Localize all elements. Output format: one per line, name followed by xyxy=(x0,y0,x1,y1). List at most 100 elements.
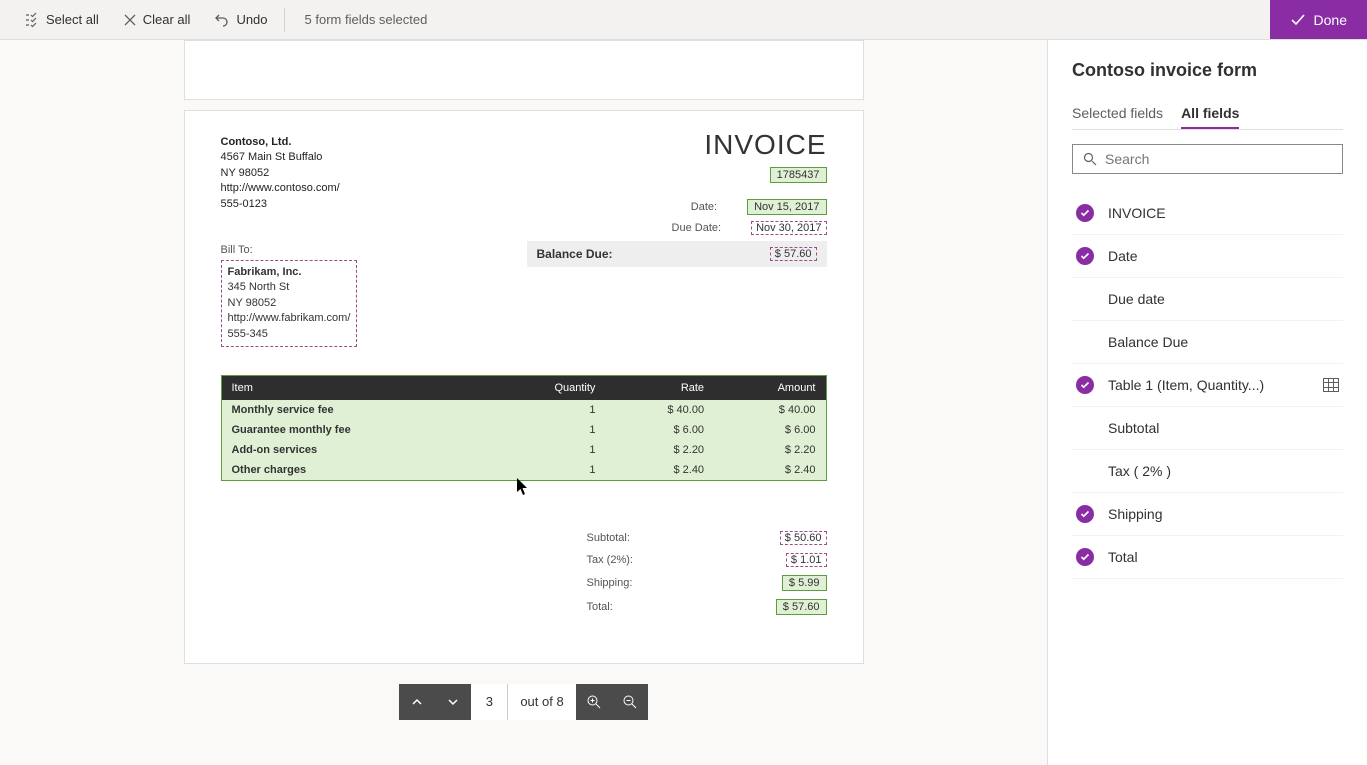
col-rate: Rate xyxy=(605,375,714,400)
invoice-title: INVOICE xyxy=(704,129,826,161)
check-on-icon xyxy=(1076,247,1094,265)
table-icon xyxy=(1323,378,1339,392)
field-row[interactable]: Balance Due xyxy=(1072,321,1343,364)
pager: out of 8 xyxy=(399,684,647,720)
undo-icon xyxy=(214,12,230,28)
check-on-icon xyxy=(1076,376,1094,394)
zoom-in-button[interactable] xyxy=(576,684,612,720)
select-all-label: Select all xyxy=(46,12,99,27)
balance-label: Balance Due: xyxy=(537,247,613,261)
undo-button[interactable]: Undo xyxy=(202,0,279,39)
totals-block: Subtotal: $ 50.60 Tax (2%): $ 1.01 Shippin… xyxy=(587,531,827,615)
field-label: Due date xyxy=(1108,291,1339,307)
col-qty: Quantity xyxy=(489,375,606,400)
table-cell: 1 xyxy=(489,440,606,460)
undo-label: Undo xyxy=(236,12,267,27)
clear-icon xyxy=(123,13,137,27)
main: Contoso, Ltd. 4567 Main St Buffalo NY 98… xyxy=(0,40,1367,765)
billto-addr1: 345 North St xyxy=(228,280,351,295)
field-label: Date xyxy=(1108,248,1339,264)
col-amount: Amount xyxy=(714,375,826,400)
tab-all-fields[interactable]: All fields xyxy=(1181,99,1239,129)
field-label: Table 1 (Item, Quantity...) xyxy=(1108,377,1309,393)
check-on-icon xyxy=(1076,204,1094,222)
chevron-up-icon xyxy=(410,695,424,709)
prev-page-button[interactable] xyxy=(399,684,435,720)
previous-page-peek xyxy=(184,40,864,100)
table-cell: 1 xyxy=(489,400,606,420)
page-total: out of 8 xyxy=(507,684,575,720)
search-box[interactable] xyxy=(1072,144,1343,174)
col-item: Item xyxy=(221,375,489,400)
field-label: Subtotal xyxy=(1108,420,1339,436)
check-on-icon xyxy=(1076,548,1094,566)
field-list: INVOICE Date Due date Balance Due Table 1 (I… xyxy=(1072,192,1343,579)
total-field[interactable]: $ 57.60 xyxy=(776,599,827,615)
zoom-out-button[interactable] xyxy=(612,684,648,720)
search-icon xyxy=(1083,152,1097,166)
bill-to-field[interactable]: Fabrikam, Inc. 345 North St NY 98052 htt… xyxy=(221,260,358,347)
date-field[interactable]: Nov 15, 2017 xyxy=(747,199,826,215)
field-label: Shipping xyxy=(1108,506,1339,522)
document-page[interactable]: Contoso, Ltd. 4567 Main St Buffalo NY 98… xyxy=(184,110,864,664)
table-cell: $ 40.00 xyxy=(714,400,826,420)
table-cell: 1 xyxy=(489,420,606,440)
tab-selected-fields[interactable]: Selected fields xyxy=(1072,99,1163,129)
field-label: Total xyxy=(1108,549,1339,565)
page-number-input[interactable] xyxy=(471,684,507,720)
tabs: Selected fields All fields xyxy=(1072,99,1343,130)
table-row: Guarantee monthly fee1$ 6.00$ 6.00 xyxy=(221,420,826,440)
field-row[interactable]: Table 1 (Item, Quantity...) xyxy=(1072,364,1343,407)
toolbar-separator xyxy=(284,8,285,32)
check-icon xyxy=(1290,12,1306,28)
table-cell: Guarantee monthly fee xyxy=(221,420,489,440)
zoom-out-icon xyxy=(622,694,638,710)
table-row: Add-on services1$ 2.20$ 2.20 xyxy=(221,440,826,460)
table-cell: $ 6.00 xyxy=(714,420,826,440)
table-cell: Add-on services xyxy=(221,440,489,460)
search-input[interactable] xyxy=(1105,151,1332,167)
done-label: Done xyxy=(1314,12,1347,28)
shipping-label: Shipping: xyxy=(587,577,633,589)
subtotal-field[interactable]: $ 50.60 xyxy=(780,531,827,545)
subtotal-label: Subtotal: xyxy=(587,532,630,544)
field-row[interactable]: Date xyxy=(1072,235,1343,278)
next-page-button[interactable] xyxy=(435,684,471,720)
field-row[interactable]: INVOICE xyxy=(1072,192,1343,235)
sidebar: Contoso invoice form Selected fields All… xyxy=(1047,40,1367,765)
selection-status: 5 form fields selected xyxy=(289,12,444,27)
items-table[interactable]: Item Quantity Rate Amount Monthly servic… xyxy=(221,375,827,481)
table-cell: Other charges xyxy=(221,460,489,481)
due-date-field[interactable]: Nov 30, 2017 xyxy=(751,221,826,235)
zoom-in-icon xyxy=(586,694,602,710)
company-addr2: NY 98052 xyxy=(221,166,827,181)
invoice-number-field[interactable]: 1785437 xyxy=(770,167,827,183)
table-cell: $ 2.40 xyxy=(714,460,826,481)
balance-due-row: Balance Due: $ 57.60 xyxy=(527,241,827,267)
field-label: Tax ( 2% ) xyxy=(1108,463,1339,479)
table-cell: $ 2.20 xyxy=(714,440,826,460)
field-row[interactable]: Total xyxy=(1072,536,1343,579)
due-date-label: Due Date: xyxy=(651,222,721,234)
table-row: Monthly service fee1$ 40.00$ 40.00 xyxy=(221,400,826,420)
toolbar: Select all Clear all Undo 5 form fields … xyxy=(0,0,1367,40)
done-button[interactable]: Done xyxy=(1270,0,1367,39)
table-cell: 1 xyxy=(489,460,606,481)
tax-label: Tax (2%): xyxy=(587,554,633,566)
shipping-field[interactable]: $ 5.99 xyxy=(782,575,827,591)
balance-field[interactable]: $ 57.60 xyxy=(770,247,817,261)
clear-all-button[interactable]: Clear all xyxy=(111,0,203,39)
billto-url: http://www.fabrikam.com/ xyxy=(228,311,351,326)
field-row[interactable]: Shipping xyxy=(1072,493,1343,536)
table-cell: $ 2.20 xyxy=(605,440,714,460)
field-row[interactable]: Tax ( 2% ) xyxy=(1072,450,1343,493)
select-all-button[interactable]: Select all xyxy=(12,0,111,39)
billto-name: Fabrikam, Inc. xyxy=(228,265,351,280)
field-row[interactable]: Subtotal xyxy=(1072,407,1343,450)
billto-addr2: NY 98052 xyxy=(228,296,351,311)
company-url: http://www.contoso.com/ xyxy=(221,181,827,196)
check-on-icon xyxy=(1076,505,1094,523)
field-row[interactable]: Due date xyxy=(1072,278,1343,321)
tax-field[interactable]: $ 1.01 xyxy=(786,553,827,567)
chevron-down-icon xyxy=(446,695,460,709)
